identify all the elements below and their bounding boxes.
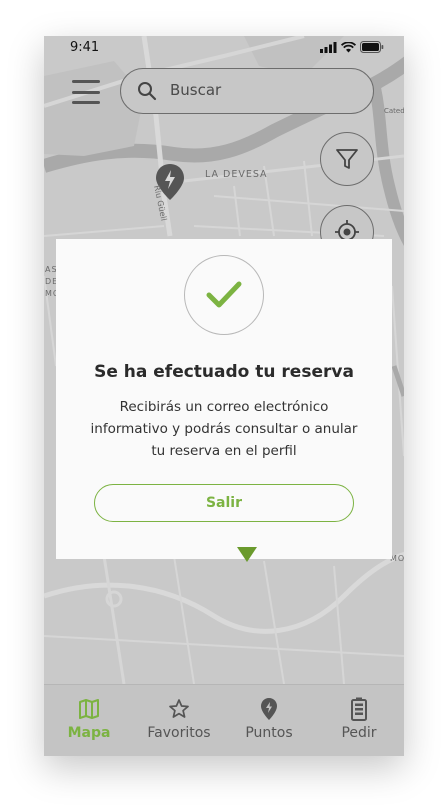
modal-title: Se ha efectuado tu reserva	[94, 362, 354, 382]
signal-icon	[320, 41, 337, 53]
battery-icon	[351, 697, 367, 721]
status-icons	[320, 41, 384, 53]
tab-puntos[interactable]: Puntos	[224, 685, 314, 756]
map-label-cated: Cated	[384, 107, 404, 115]
search-bar[interactable]: Buscar	[120, 68, 374, 114]
map-icon	[79, 699, 99, 719]
map-label-mo: MO	[390, 554, 404, 563]
tab-mapa[interactable]: Mapa	[44, 685, 134, 756]
search-input[interactable]: Buscar	[170, 81, 221, 99]
selected-location-marker[interactable]	[237, 544, 257, 564]
star-icon	[169, 699, 189, 718]
tab-label-pedir: Pedir	[341, 725, 377, 741]
tab-label-favoritos: Favoritos	[147, 725, 211, 741]
tab-favoritos[interactable]: Favoritos	[134, 685, 224, 756]
reservation-confirmation-modal: Se ha efectuado tu reserva Recibirás un …	[56, 239, 392, 559]
modal-zigzag-edge	[56, 544, 392, 552]
success-badge	[184, 255, 264, 335]
filter-icon	[336, 149, 358, 169]
wifi-icon	[341, 41, 356, 52]
filter-button[interactable]	[320, 132, 374, 186]
map-pin-icon	[261, 698, 277, 720]
map-label-la-devesa: LA DEVESA	[205, 169, 268, 180]
status-time: 9:41	[70, 40, 100, 55]
battery-status-icon	[360, 41, 384, 53]
bottom-tab-bar: Mapa Favoritos Puntos Pedir	[44, 684, 404, 756]
checkmark-icon	[206, 281, 242, 308]
modal-message: Recibirás un correo electrónico informat…	[90, 399, 358, 459]
search-icon	[138, 82, 157, 101]
tab-label-mapa: Mapa	[67, 725, 111, 741]
status-bar: 9:41	[44, 36, 404, 60]
phone-screen: LA DEVESA Riu Güell Cated ASSI DE MO MO …	[44, 36, 404, 756]
tab-label-puntos: Puntos	[245, 725, 293, 741]
menu-icon[interactable]	[72, 80, 100, 104]
tab-pedir[interactable]: Pedir	[314, 685, 404, 756]
exit-button[interactable]: Salir	[94, 484, 354, 522]
